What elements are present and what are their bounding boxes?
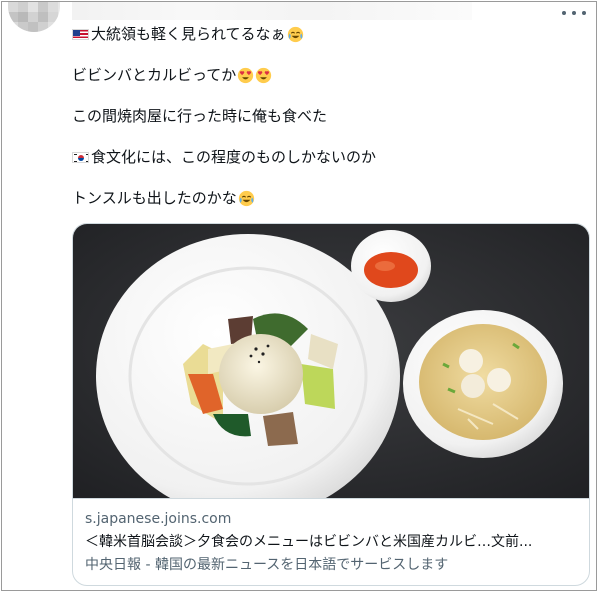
tweet-line-4: 食文化には、この程度のものしかないのか — [72, 147, 572, 167]
smiling-face-with-heart-eyes-icon — [256, 67, 272, 83]
avatar[interactable] — [8, 2, 60, 32]
tweet-container: 大統領も軽く見られてるなぁ ビビンバとカルビってか この間焼肉屋に行った時に俺も… — [1, 1, 597, 591]
tweet-line-3: この間焼肉屋に行った時に俺も食べた — [72, 106, 572, 126]
card-meta: s.japanese.joins.com ＜韓米首脳会談＞夕食会のメニューはビビ… — [73, 498, 589, 585]
face-with-tears-of-joy-icon — [287, 26, 303, 42]
face-with-tears-of-joy-icon — [238, 190, 254, 206]
card-image-bibimbap — [73, 224, 589, 498]
tweet-line-1: 大統領も軽く見られてるなぁ — [72, 24, 572, 44]
card-domain: s.japanese.joins.com — [85, 511, 232, 527]
card-title: ＜韓米首脳会談＞夕食会のメニューはビビンバと米国産カルビ…文前... — [85, 534, 533, 550]
tweet-line-3-text: この間焼肉屋に行った時に俺も食べた — [72, 107, 328, 125]
card-description: 中央日報 - 韓国の最新ニュースを日本語でサービスします — [85, 557, 449, 573]
tweet-line-5: トンスルも出したのかな — [72, 188, 572, 208]
tweet-line-2-text: ビビンバとカルビってか — [72, 66, 237, 84]
us-flag-icon — [72, 28, 89, 40]
tweet-line-5-text: トンスルも出したのかな — [72, 189, 237, 207]
tweet-line-2: ビビンバとカルビってか — [72, 65, 572, 85]
tweet-text: 大統領も軽く見られてるなぁ ビビンバとカルビってか この間焼肉屋に行った時に俺も… — [72, 24, 572, 229]
smiling-face-with-heart-eyes-icon — [238, 67, 254, 83]
more-options-icon[interactable] — [562, 8, 586, 18]
tweet-line-4-text: 食文化には、この程度のものしかないのか — [91, 148, 377, 166]
kr-flag-icon — [72, 151, 89, 163]
tweet-line-1-text: 大統領も軽く見られてるなぁ — [91, 25, 286, 43]
blurred-user-header — [72, 2, 472, 20]
link-preview-card[interactable]: s.japanese.joins.com ＜韓米首脳会談＞夕食会のメニューはビビ… — [72, 223, 590, 586]
